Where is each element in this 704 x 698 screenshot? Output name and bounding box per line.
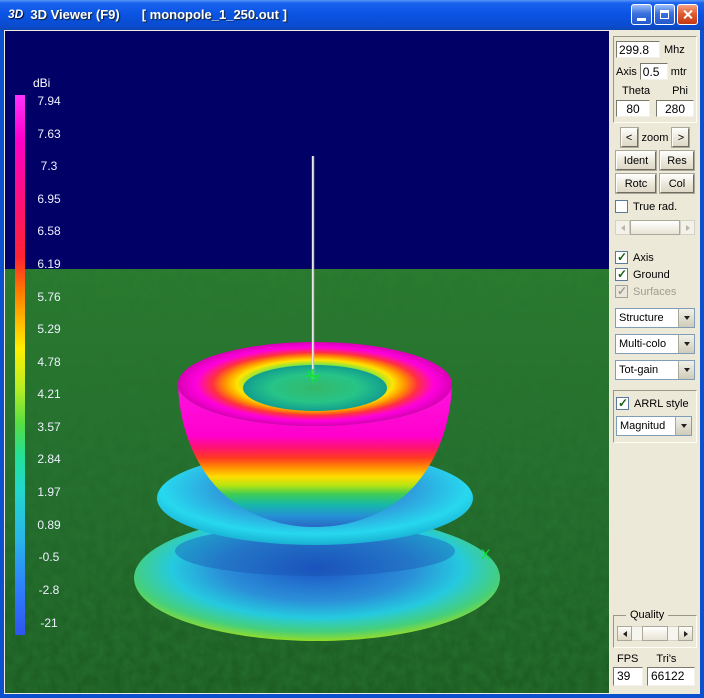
structure-select[interactable]: Structure bbox=[615, 308, 695, 328]
colorbar-tick-label: 6.58 bbox=[29, 224, 69, 238]
phi-input[interactable] bbox=[656, 100, 694, 117]
maximize-icon bbox=[660, 10, 669, 19]
colorbar-tick-label: -21 bbox=[29, 616, 69, 630]
window-title: 3D Viewer (F9) bbox=[30, 7, 119, 22]
scroll-left-arrow-icon[interactable] bbox=[617, 626, 632, 641]
ground-checkbox[interactable]: Ground bbox=[615, 268, 695, 281]
fps-value: 39 bbox=[613, 667, 643, 686]
colorbar-tick-label: 7.63 bbox=[29, 127, 69, 141]
gain-colorbar bbox=[15, 95, 25, 635]
arrl-group: ARRL style Magnitud bbox=[613, 390, 697, 443]
arrl-style-checkbox[interactable]: ARRL style bbox=[616, 397, 696, 410]
chevron-down-icon[interactable] bbox=[678, 309, 694, 327]
colorbar-tick-label: 7.3 bbox=[29, 159, 69, 173]
quality-slider-thumb[interactable] bbox=[642, 626, 668, 641]
color-mode-select-value: Multi-colo bbox=[616, 335, 678, 353]
rotation-scrollbar-track[interactable] bbox=[630, 220, 680, 235]
colorbar-tick-label: -2.8 bbox=[29, 583, 69, 597]
sky bbox=[5, 31, 609, 269]
axis-length-label: Axis bbox=[616, 66, 637, 78]
quality-slider-track[interactable] bbox=[632, 626, 678, 641]
ground-checkbox-box[interactable] bbox=[615, 268, 628, 281]
arrl-style-checkbox-box[interactable] bbox=[616, 397, 629, 410]
chevron-down-icon[interactable] bbox=[675, 417, 691, 435]
magnitude-select[interactable]: Magnitud bbox=[616, 416, 692, 436]
main-lobe-null-hole bbox=[243, 365, 387, 411]
colorbar-tick-label: 2.84 bbox=[29, 452, 69, 466]
colorbar-tick-label: 6.95 bbox=[29, 192, 69, 206]
minimize-button[interactable] bbox=[631, 4, 652, 25]
tris-label: Tri's bbox=[656, 653, 676, 665]
true-rad-checkbox[interactable]: True rad. bbox=[615, 200, 695, 213]
res-button[interactable]: Res bbox=[660, 151, 694, 170]
frequency-input[interactable] bbox=[616, 41, 660, 58]
colorbar-tick-label: 3.57 bbox=[29, 420, 69, 434]
chevron-down-icon[interactable] bbox=[678, 361, 694, 379]
surfaces-checkbox-box bbox=[615, 285, 628, 298]
colorbar-tick-label: 5.76 bbox=[29, 290, 69, 304]
chevron-down-icon[interactable] bbox=[678, 335, 694, 353]
colorbar-tick-label: 0.89 bbox=[29, 518, 69, 532]
minimize-icon bbox=[637, 18, 646, 21]
rotation-scrollbar[interactable] bbox=[615, 220, 695, 235]
colorbar-tick-label: 6.19 bbox=[29, 257, 69, 271]
control-panel: Mhz Axis mtr Theta Phi < zoom bbox=[610, 30, 700, 694]
true-rad-checkbox-label: True rad. bbox=[633, 201, 677, 213]
gain-type-select[interactable]: Tot-gain bbox=[615, 360, 695, 380]
window-file-label: [ monopole_1_250.out ] bbox=[142, 7, 287, 22]
zoom-in-button[interactable]: > bbox=[672, 128, 689, 147]
surfaces-checkbox-label: Surfaces bbox=[633, 286, 676, 298]
fps-label: FPS bbox=[617, 653, 638, 665]
app-icon: 3D bbox=[8, 7, 23, 21]
colorbar-tick-label: -0.5 bbox=[29, 550, 69, 564]
axis-checkbox-box[interactable] bbox=[615, 251, 628, 264]
titlebar[interactable]: 3D 3D Viewer (F9) [ monopole_1_250.out ] bbox=[0, 0, 704, 30]
phi-label: Phi bbox=[672, 85, 688, 97]
colorbar-unit-label: dBi bbox=[33, 76, 50, 90]
ground-checkbox-label: Ground bbox=[633, 269, 670, 281]
quality-slider[interactable] bbox=[617, 626, 693, 641]
tris-value: 66122 bbox=[647, 667, 695, 686]
col-button[interactable]: Col bbox=[660, 174, 694, 193]
frequency-unit-label: Mhz bbox=[664, 44, 685, 56]
3d-viewport[interactable]: X dBi 7.94 7.63 7.3 6.95 6.58 6.19 5.76 … bbox=[4, 30, 610, 694]
structure-select-value: Structure bbox=[616, 309, 678, 327]
arrl-style-checkbox-label: ARRL style bbox=[634, 398, 689, 410]
close-button[interactable] bbox=[677, 4, 698, 25]
quality-group: Quality bbox=[613, 615, 697, 648]
theta-label: Theta bbox=[622, 85, 650, 97]
magnitude-select-value: Magnitud bbox=[617, 417, 675, 435]
colorbar-tick-label: 5.29 bbox=[29, 322, 69, 336]
colorbar-tick-label: 1.97 bbox=[29, 485, 69, 499]
rotation-scrollbar-thumb[interactable] bbox=[630, 220, 680, 235]
true-rad-checkbox-box[interactable] bbox=[615, 200, 628, 213]
rotc-button[interactable]: Rotc bbox=[616, 174, 656, 193]
scroll-right-arrow-icon[interactable] bbox=[680, 220, 695, 235]
axis-checkbox-label: Axis bbox=[633, 252, 654, 264]
axis-length-input[interactable] bbox=[640, 63, 668, 80]
window-body: X dBi 7.94 7.63 7.3 6.95 6.58 6.19 5.76 … bbox=[0, 30, 704, 694]
zoom-out-button[interactable]: < bbox=[621, 128, 638, 147]
x-axis-label: X bbox=[481, 546, 491, 562]
color-mode-select[interactable]: Multi-colo bbox=[615, 334, 695, 354]
viewer-window: 3D 3D Viewer (F9) [ monopole_1_250.out ] bbox=[0, 0, 704, 698]
surfaces-checkbox: Surfaces bbox=[615, 285, 695, 298]
axis-checkbox[interactable]: Axis bbox=[615, 251, 695, 264]
theta-input[interactable] bbox=[616, 100, 650, 117]
close-icon bbox=[682, 9, 693, 20]
3d-scene: X bbox=[5, 31, 609, 693]
gain-type-select-value: Tot-gain bbox=[616, 361, 678, 379]
frequency-group: Mhz Axis mtr Theta Phi bbox=[613, 36, 697, 123]
colorbar-tick-label: 4.21 bbox=[29, 387, 69, 401]
colorbar-tick-label: 4.78 bbox=[29, 355, 69, 369]
caption-buttons bbox=[631, 4, 698, 25]
colorbar-tick-label: 7.94 bbox=[29, 94, 69, 108]
zoom-label: zoom bbox=[642, 132, 669, 144]
ident-button[interactable]: Ident bbox=[616, 151, 656, 170]
quality-group-label: Quality bbox=[626, 609, 668, 621]
scroll-left-arrow-icon[interactable] bbox=[615, 220, 630, 235]
axis-unit-label: mtr bbox=[671, 66, 687, 78]
maximize-button[interactable] bbox=[654, 4, 675, 25]
scroll-right-arrow-icon[interactable] bbox=[678, 626, 693, 641]
